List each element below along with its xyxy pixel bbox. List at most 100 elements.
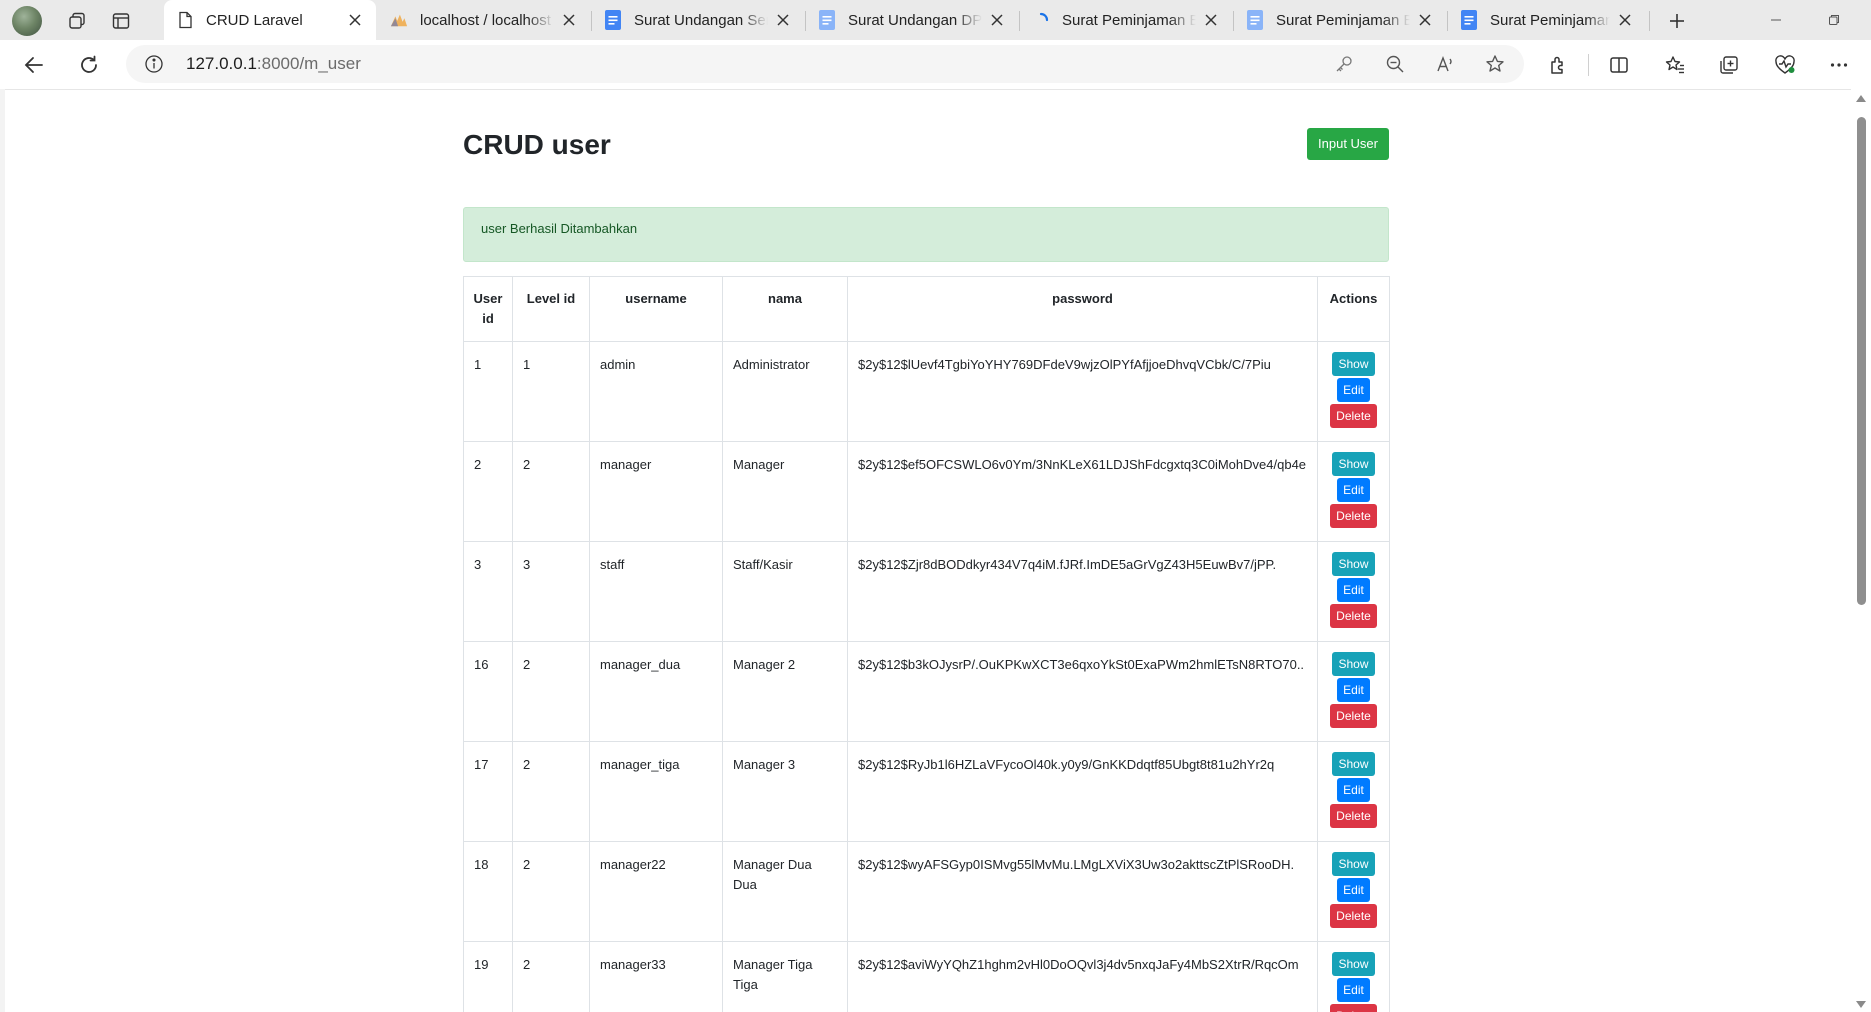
delete-button[interactable]: Delete <box>1330 904 1377 928</box>
edit-button[interactable]: Edit <box>1337 378 1370 402</box>
site-info-icon[interactable] <box>144 54 164 74</box>
edit-button[interactable]: Edit <box>1337 578 1370 602</box>
tab-title: localhost / localhost <box>420 11 551 29</box>
show-button[interactable]: Show <box>1332 852 1375 876</box>
minimize-icon[interactable] <box>1756 6 1796 34</box>
cell-actions: ShowEditDelete <box>1317 841 1390 942</box>
table-row: 16 2 manager_dua Manager 2 $2y$12$b3kOJysrP/… <box>463 641 1390 742</box>
cell-level-id: 2 <box>512 941 590 1012</box>
favorite-star-icon[interactable] <box>1483 52 1507 76</box>
scrollbar-thumb[interactable] <box>1857 117 1866 605</box>
cell-level-id: 2 <box>512 641 590 742</box>
browser-essentials-icon[interactable] <box>1772 52 1798 78</box>
close-icon[interactable] <box>988 11 1006 29</box>
tab-surat-undangan-seminar[interactable]: Surat Undangan Seminar <box>592 0 804 40</box>
table-row: 17 2 manager_tiga Manager 3 $2y$12$RyJb1l6HZ… <box>463 741 1390 842</box>
loading-icon <box>1032 10 1050 30</box>
show-button[interactable]: Show <box>1332 652 1375 676</box>
action-buttons: ShowEditDelete <box>1322 852 1385 930</box>
cell-username: manager_dua <box>589 641 723 742</box>
url-text[interactable]: 127.0.0.1:8000/m_user <box>186 54 361 74</box>
address-bar[interactable]: 127.0.0.1:8000/m_user <box>126 45 1524 83</box>
show-button[interactable]: Show <box>1332 452 1375 476</box>
tab-strip: CRUD Laravel localhost / localhost Surat… <box>0 0 1871 40</box>
key-icon[interactable] <box>1332 52 1356 76</box>
delete-button[interactable]: Delete <box>1330 504 1377 528</box>
column-header-user-id: User id <box>463 276 513 342</box>
cell-username: admin <box>589 341 723 442</box>
cell-password: $2y$12$wyAFSGyp0ISMvg55lMvMu.LMgLXViX3Uw… <box>847 841 1318 942</box>
cell-user-id: 19 <box>463 941 513 1012</box>
more-menu-icon[interactable] <box>1826 52 1852 78</box>
zoom-out-icon[interactable] <box>1383 52 1407 76</box>
show-button[interactable]: Show <box>1332 352 1375 376</box>
cell-password: $2y$12$b3kOJysrP/.OuKPKwXCT3e6qxoYkSt0Ex… <box>847 641 1318 742</box>
action-buttons: ShowEditDelete <box>1322 552 1385 630</box>
cell-password: $2y$12$Zjr8dBODdkyr434V7q4iM.fJRf.ImDE5a… <box>847 541 1318 642</box>
tab-surat-undangan-dpm[interactable]: Surat Undangan DPM <box>806 0 1018 40</box>
show-button[interactable]: Show <box>1332 752 1375 776</box>
favorites-list-icon[interactable] <box>1662 52 1688 78</box>
cell-actions: ShowEditDelete <box>1317 741 1390 842</box>
action-buttons: ShowEditDelete <box>1322 652 1385 730</box>
phpmyadmin-icon <box>390 10 408 30</box>
action-buttons: ShowEditDelete <box>1322 752 1385 830</box>
table-header-row: User id Level id username nama password … <box>463 276 1390 342</box>
cell-level-id: 2 <box>512 841 590 942</box>
edit-button[interactable]: Edit <box>1337 478 1370 502</box>
tab-surat-peminjaman-2[interactable]: Surat Peminjaman Barang <box>1234 0 1446 40</box>
close-icon[interactable] <box>774 11 792 29</box>
vertical-scrollbar[interactable] <box>1851 89 1871 1012</box>
column-header-nama: nama <box>722 276 848 342</box>
close-icon[interactable] <box>1202 11 1220 29</box>
new-tab-icon[interactable] <box>1664 8 1690 34</box>
edit-button[interactable]: Edit <box>1337 978 1370 1002</box>
page-title: CRUD user <box>463 129 611 160</box>
tab-phpmyadmin[interactable]: localhost / localhost <box>378 0 590 40</box>
restore-icon[interactable] <box>1814 6 1854 34</box>
scroll-down-arrow-icon[interactable] <box>1856 1001 1866 1008</box>
alert-message: user Berhasil Ditambahkan <box>481 221 638 236</box>
tab-surat-peminjaman-loading[interactable]: Surat Peminjaman Barang <box>1020 0 1232 40</box>
read-aloud-icon[interactable] <box>1433 52 1457 76</box>
reload-icon[interactable] <box>73 49 105 81</box>
close-icon[interactable] <box>560 11 578 29</box>
cell-user-id: 2 <box>463 441 513 542</box>
close-icon[interactable] <box>1616 11 1634 29</box>
tab-surat-peminjaman-3[interactable]: Surat Peminjaman Barang <box>1448 0 1646 40</box>
collections-icon[interactable] <box>1716 52 1742 78</box>
cell-nama: Manager 3 <box>722 741 848 842</box>
cell-actions: ShowEditDelete <box>1317 441 1390 542</box>
show-button[interactable]: Show <box>1332 952 1375 976</box>
delete-button[interactable]: Delete <box>1330 604 1377 628</box>
scroll-up-arrow-icon[interactable] <box>1856 95 1866 102</box>
cell-level-id: 3 <box>512 541 590 642</box>
vertical-tabs-icon[interactable] <box>108 8 134 34</box>
delete-button[interactable]: Delete <box>1330 1004 1377 1012</box>
delete-button[interactable]: Delete <box>1330 704 1377 728</box>
cell-actions: ShowEditDelete <box>1317 541 1390 642</box>
success-alert: user Berhasil Ditambahkan <box>463 207 1389 262</box>
split-screen-icon[interactable] <box>1606 52 1632 78</box>
action-buttons: ShowEdit Delete <box>1322 952 1385 1012</box>
edit-button[interactable]: Edit <box>1337 878 1370 902</box>
column-header-actions: Actions <box>1317 276 1390 342</box>
edit-button[interactable]: Edit <box>1337 678 1370 702</box>
delete-button[interactable]: Delete <box>1330 404 1377 428</box>
show-button[interactable]: Show <box>1332 552 1375 576</box>
toolbar-separator <box>1588 54 1589 76</box>
close-icon[interactable] <box>346 11 364 29</box>
page-header: CRUD user Input User <box>463 90 1389 188</box>
close-icon[interactable] <box>1416 11 1434 29</box>
cell-username: manager_tiga <box>589 741 723 842</box>
extensions-icon[interactable] <box>1546 52 1572 78</box>
profile-avatar[interactable] <box>12 6 42 36</box>
delete-button[interactable]: Delete <box>1330 804 1377 828</box>
tab-title: Surat Peminjaman Barang <box>1490 11 1610 29</box>
back-arrow-icon[interactable] <box>18 49 50 81</box>
tab-crud-laravel[interactable]: CRUD Laravel <box>164 0 376 40</box>
edit-button[interactable]: Edit <box>1337 778 1370 802</box>
workspaces-icon[interactable] <box>64 8 90 34</box>
url-path: :8000/m_user <box>256 54 361 73</box>
input-user-button[interactable]: Input User <box>1307 128 1389 160</box>
